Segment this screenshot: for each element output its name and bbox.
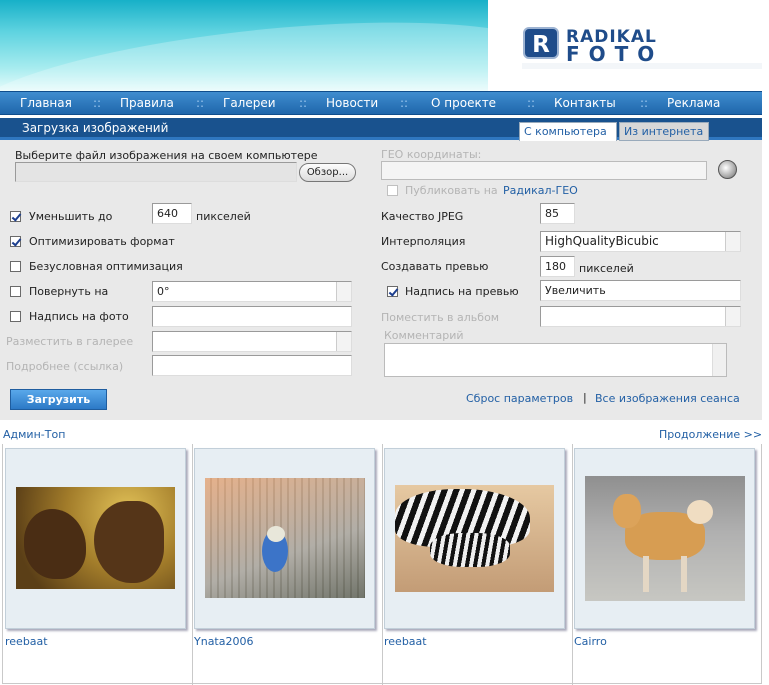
reset-params-link[interactable]: Сброс параметров — [466, 392, 573, 405]
site-logo[interactable]: R RADIKAL FOTO — [522, 25, 762, 69]
nav-separator: :: — [299, 96, 308, 110]
gallery-select[interactable] — [152, 331, 352, 352]
zebras-photo[interactable] — [395, 485, 554, 592]
details-label: Подробнее (ссылка) — [6, 360, 124, 373]
browse-button[interactable]: Обзор... — [299, 163, 356, 182]
header-banner — [0, 0, 565, 91]
publish-label: Публиковать на — [405, 184, 498, 197]
radikal-geo-link[interactable]: Радикал-ГЕО — [503, 184, 578, 197]
panel-title: Загрузка изображений — [22, 121, 169, 135]
nav-separator: :: — [527, 96, 536, 110]
globe-icon[interactable] — [718, 160, 737, 179]
nav-rules[interactable]: Правила — [120, 92, 174, 114]
nav-about[interactable]: О проекте — [431, 92, 496, 114]
caption-label: Надпись на фото — [29, 310, 129, 323]
caption-input[interactable] — [152, 306, 352, 327]
preview-caption-input[interactable]: Увеличить — [540, 280, 741, 301]
nav-home[interactable]: Главная — [20, 92, 72, 114]
caption-checkbox[interactable] — [10, 311, 21, 322]
thumb-caption[interactable]: reebaat — [384, 635, 427, 648]
nav-separator: :: — [640, 96, 649, 110]
force-optimize-label: Безусловная оптимизация — [29, 260, 183, 273]
tab-from-computer[interactable]: С компьютера — [519, 122, 617, 141]
dog-photo[interactable] — [585, 476, 745, 601]
file-label: Выберите файл изображения на своем компь… — [15, 149, 318, 162]
bears-photo[interactable] — [16, 487, 175, 589]
geo-label: ГЕО координаты: — [381, 148, 482, 161]
rotate-checkbox[interactable] — [10, 286, 21, 297]
optimize-checkbox[interactable] — [10, 236, 21, 247]
publish-geo-checkbox[interactable] — [387, 185, 398, 196]
preview-unit: пикселей — [579, 262, 634, 275]
nav-separator: :: — [400, 96, 409, 110]
force-optimize-checkbox[interactable] — [10, 261, 21, 272]
preview-label: Создавать превью — [381, 260, 489, 273]
album-dropdown-button[interactable] — [725, 307, 740, 326]
jpeg-quality-input[interactable]: 85 — [540, 203, 575, 224]
interpolation-select[interactable]: HighQualityBicubic — [540, 231, 741, 252]
nav-galleries[interactable]: Галереи — [223, 92, 276, 114]
reduce-size-input[interactable]: 640 — [152, 203, 192, 224]
thumb-caption[interactable]: Cairro — [574, 635, 607, 648]
file-path-input[interactable] — [15, 162, 297, 182]
interp-label: Интерполяция — [381, 235, 466, 248]
reduce-unit: пикселей — [196, 210, 251, 223]
thumb-caption[interactable]: Ynata2006 — [194, 635, 253, 648]
gallery-label: Разместить в галерее — [6, 335, 134, 348]
rotate-value: 0° — [157, 285, 170, 298]
svg-text:FOTO: FOTO — [566, 42, 663, 66]
preview-size-input[interactable]: 180 — [540, 256, 575, 277]
rotate-select[interactable]: 0° — [152, 281, 352, 302]
nav-ads[interactable]: Реклама — [667, 92, 720, 114]
reduce-checkbox[interactable] — [10, 211, 21, 222]
svg-text:R: R — [532, 32, 550, 58]
tab-from-internet[interactable]: Из интернета — [619, 122, 709, 141]
comment-scrollbar[interactable] — [712, 344, 726, 376]
reduce-label: Уменьшить до — [29, 210, 113, 223]
gallery-dropdown-button[interactable] — [336, 332, 351, 351]
comment-label: Комментарий — [384, 329, 464, 342]
link-separator: | — [583, 391, 587, 404]
session-images-link[interactable]: Все изображения сеанса — [595, 392, 740, 405]
nav-news[interactable]: Новости — [326, 92, 378, 114]
interp-dropdown-button[interactable] — [725, 232, 740, 251]
preview-caption-label: Надпись на превью — [405, 285, 519, 298]
rotate-dropdown-button[interactable] — [336, 282, 351, 301]
geo-input[interactable] — [381, 161, 707, 180]
rotate-label: Повернуть на — [29, 285, 109, 298]
preview-caption-checkbox[interactable] — [387, 286, 398, 297]
thumb-caption[interactable]: reebaat — [5, 635, 48, 648]
upload-button[interactable]: Загрузить — [10, 389, 107, 410]
optimize-label: Оптимизировать формат — [29, 235, 175, 248]
jpeg-label: Качество JPEG — [381, 210, 464, 223]
details-input[interactable] — [152, 355, 352, 376]
album-label: Поместить в альбом — [381, 311, 500, 324]
nav-contacts[interactable]: Контакты — [554, 92, 616, 114]
comment-textarea[interactable] — [384, 343, 727, 377]
parrot-photo[interactable] — [205, 478, 365, 598]
main-nav: Главная :: Правила :: Галереи :: Новости… — [0, 91, 762, 115]
interp-value: HighQualityBicubic — [545, 234, 659, 248]
admin-top-link[interactable]: Админ-Топ — [3, 428, 65, 441]
nav-separator: :: — [196, 96, 205, 110]
album-select[interactable] — [540, 306, 741, 327]
nav-separator: :: — [93, 96, 102, 110]
more-link[interactable]: Продолжение >> — [659, 428, 762, 441]
